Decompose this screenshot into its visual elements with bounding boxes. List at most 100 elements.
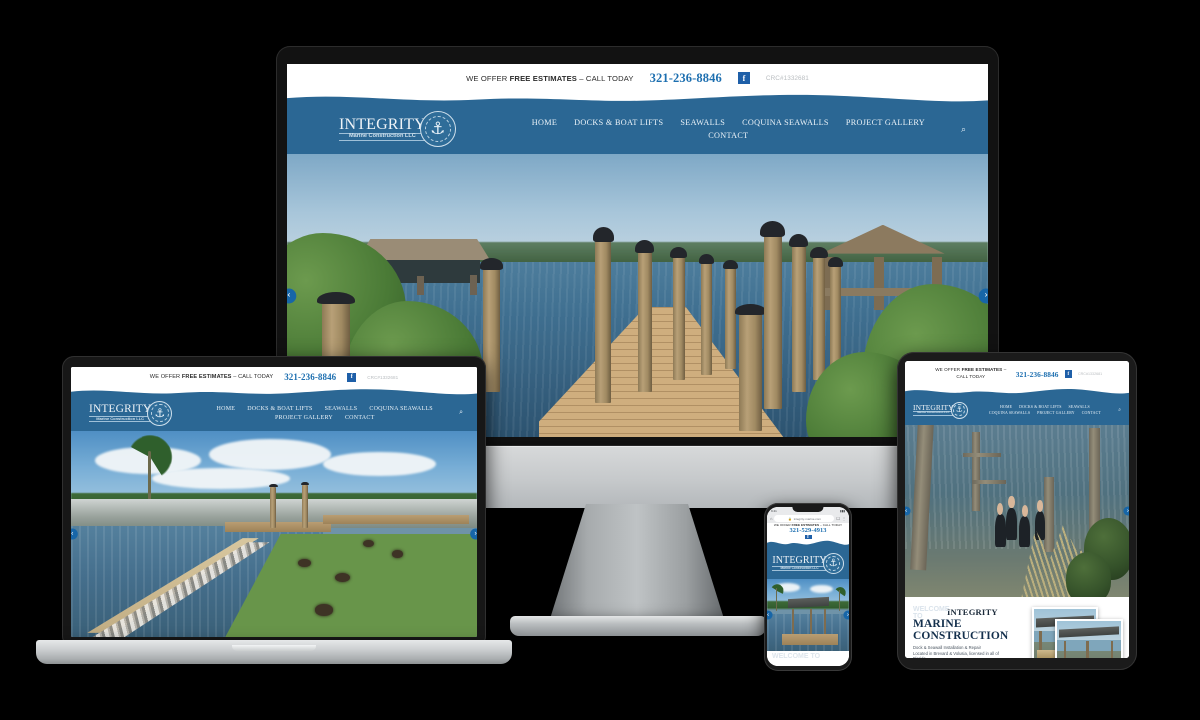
top-announcement-bar: WE OFFER FREE ESTIMATES – CALL TODAY 321… [905, 361, 1129, 387]
welcome-brand: INTEGRITY [947, 607, 998, 617]
nav-item-contact[interactable]: CONTACT [708, 131, 748, 140]
nav-item-seawalls[interactable]: SEAWALLS [680, 118, 725, 127]
tablet-device: WE OFFER FREE ESTIMATES – CALL TODAY 321… [897, 352, 1137, 670]
main-navigation: HOME DOCKS & BOAT LIFTS SEAWALLS COQUINA… [172, 406, 447, 421]
nav-item-docks-boat-lifts[interactable]: DOCKS & BOAT LIFTS [574, 118, 663, 127]
phone-link[interactable]: 321-529-4913 [790, 527, 827, 534]
laptop-screen: WE OFFER FREE ESTIMATES – CALL TODAY 321… [71, 367, 477, 637]
phone-frame: 9:41 ▮▮▮ ⌂ 🔒 integrity-marine.com ☐ ⋮ WE… [764, 503, 852, 671]
top-announcement-bar: WE OFFER FREE ESTIMATES – CALL TODAY 321… [71, 367, 477, 387]
free-estimates-text: WE OFFER FREE ESTIMATES – CALL TODAY [466, 73, 634, 83]
welcome-watermark: WELCOME TO [913, 606, 950, 620]
more-menu-icon[interactable]: ⋮ [842, 516, 846, 521]
main-navigation: HOME DOCKS & BOAT LIFTS SEAWALLS COQUINA… [456, 118, 943, 140]
url-bar[interactable]: 🔒 integrity-marine.com [774, 515, 835, 522]
responsive-mockup-scene: WE OFFER FREE ESTIMATES – CALL TODAY 321… [0, 0, 1200, 720]
phone-link[interactable]: 321-236-8846 [284, 372, 336, 382]
boat-lift-thumb-front [1055, 619, 1123, 658]
carousel-next-button[interactable]: › [843, 610, 849, 620]
phone-device: 9:41 ▮▮▮ ⌂ 🔒 integrity-marine.com ☐ ⋮ WE… [764, 503, 852, 671]
anchor-compass-icon: ⚓ [419, 111, 456, 147]
phone-link[interactable]: 321-236-8846 [650, 71, 722, 86]
carousel-next-button[interactable]: › [978, 288, 988, 303]
site-logo[interactable]: INTEGRITY Marine Construction LLC ⚓ [339, 111, 456, 147]
nav-item-project-gallery[interactable]: PROJECT GALLERY [275, 415, 333, 421]
logo-subtitle: Marine Construction LLC [339, 132, 426, 142]
website-tablet: WE OFFER FREE ESTIMATES – CALL TODAY 321… [905, 361, 1129, 658]
welcome-photos [1032, 607, 1123, 658]
facebook-icon[interactable]: f [1064, 370, 1073, 378]
hero-carousel: ‹ › [71, 431, 477, 637]
phone-link[interactable]: 321-236-8846 [1016, 370, 1059, 379]
nav-item-home[interactable]: HOME [532, 118, 557, 127]
lock-icon: 🔒 [787, 516, 792, 521]
phone-notch [792, 507, 824, 512]
search-icon[interactable]: ⌕ [1118, 407, 1121, 413]
nav-inner: INTEGRITY Marine Construction LLC ⚓ [767, 539, 849, 579]
logo-text: INTEGRITY Marine Construction LLC [913, 404, 954, 417]
nav-item-home[interactable]: HOME [217, 406, 236, 412]
tabs-icon[interactable]: ☐ [836, 516, 840, 521]
nav-band: INTEGRITY Marine Construction LLC ⚓ HOME… [71, 387, 477, 431]
laptop-base-notch [232, 645, 316, 651]
logo-name: INTEGRITY [772, 554, 827, 566]
carousel-next-button[interactable]: › [470, 528, 477, 540]
carousel-next-button[interactable]: › [1123, 506, 1129, 516]
site-logo[interactable]: INTEGRITY Marine Construction LLC ⚓ [772, 553, 844, 574]
site-logo[interactable]: INTEGRITY Marine Construction LLC ⚓ [89, 400, 173, 426]
welcome-section: WELCOME TO [767, 651, 849, 666]
laptop-device: WE OFFER FREE ESTIMATES – CALL TODAY 321… [62, 356, 486, 648]
search-icon[interactable]: ⌕ [459, 409, 463, 417]
home-icon[interactable]: ⌂ [770, 516, 772, 521]
monitor-stand-neck [549, 504, 725, 622]
nav-item-project-gallery[interactable]: PROJECT GALLERY [1037, 411, 1075, 415]
nav-item-coquina-seawalls[interactable]: COQUINA SEAWALLS [369, 406, 433, 412]
top-announcement-bar: WE OFFER FREE ESTIMATES – CALL TODAY 321… [767, 523, 849, 540]
welcome-subline: Located in Brevard & Volusia, licensed i… [913, 650, 999, 658]
nav-item-project-gallery[interactable]: PROJECT GALLERY [846, 118, 925, 127]
nav-inner: INTEGRITY Marine Construction LLC ⚓ HOME… [71, 387, 477, 431]
search-icon[interactable]: ⌕ [961, 124, 966, 135]
nav-inner: INTEGRITY Marine Construction LLC ⚓ HOME… [905, 387, 1129, 425]
nav-item-coquina-seawalls[interactable]: COQUINA SEAWALLS [989, 411, 1030, 415]
website-phone: 9:41 ▮▮▮ ⌂ 🔒 integrity-marine.com ☐ ⋮ WE… [767, 507, 849, 666]
website-laptop: WE OFFER FREE ESTIMATES – CALL TODAY 321… [71, 367, 477, 637]
covered-boat-lift-photo [767, 579, 849, 651]
nav-item-docks-boat-lifts[interactable]: DOCKS & BOAT LIFTS [1019, 405, 1061, 409]
logo-subtitle: Marine Construction LLC [913, 411, 954, 417]
laptop-base [36, 640, 512, 664]
welcome-tagline: Dock & Seawall Installation & Repair [913, 645, 981, 651]
laptop-lid: WE OFFER FREE ESTIMATES – CALL TODAY 321… [62, 356, 486, 648]
hero-carousel: ‹ › [905, 425, 1129, 597]
url-text: integrity-marine.com [793, 516, 821, 521]
crew-installing-pilings-photo [905, 425, 1129, 597]
hero-carousel: ‹ › [767, 579, 849, 651]
nav-item-seawalls[interactable]: SEAWALLS [1069, 405, 1090, 409]
nav-item-seawalls[interactable]: SEAWALLS [325, 406, 358, 412]
welcome-text-block: WELCOME TO INTEGRITY MARINE CONSTRUCTION… [913, 606, 1026, 658]
logo-subtitle: Marine Construction LLC [89, 415, 152, 422]
logo-text: INTEGRITY Marine Construction LLC [339, 115, 426, 142]
welcome-heading-line2: CONSTRUCTION [913, 629, 1009, 642]
logo-name: INTEGRITY [339, 115, 426, 133]
monitor-stand-base [510, 616, 766, 636]
welcome-text-block: WELCOME TO [772, 653, 844, 666]
facebook-icon[interactable]: f [347, 372, 357, 382]
status-time: 9:41 [771, 508, 777, 513]
nav-item-docks-boat-lifts[interactable]: DOCKS & BOAT LIFTS [247, 406, 312, 412]
logo-subtitle: Marine Construction LLC [772, 565, 827, 572]
nav-item-coquina-seawalls[interactable]: COQUINA SEAWALLS [742, 118, 829, 127]
facebook-icon[interactable]: f [737, 72, 750, 84]
license-number: CRC#1332681 [765, 74, 809, 82]
tablet-frame: WE OFFER FREE ESTIMATES – CALL TODAY 321… [897, 352, 1137, 670]
free-estimates-text: WE OFFER FREE ESTIMATES – CALL TODAY [149, 374, 274, 380]
nav-item-contact[interactable]: CONTACT [345, 415, 375, 421]
seawall-canal-photo [71, 431, 477, 637]
logo-text: INTEGRITY Marine Construction LLC [89, 404, 152, 422]
anchor-compass-icon: ⚓ [822, 553, 844, 574]
site-logo[interactable]: INTEGRITY Marine Construction LLC ⚓ [913, 401, 968, 419]
nav-item-home[interactable]: HOME [1000, 405, 1012, 409]
anchor-compass-icon: ⚓ [147, 400, 173, 426]
nav-item-contact[interactable]: CONTACT [1082, 411, 1101, 415]
phone-screen: 9:41 ▮▮▮ ⌂ 🔒 integrity-marine.com ☐ ⋮ WE… [767, 507, 849, 666]
